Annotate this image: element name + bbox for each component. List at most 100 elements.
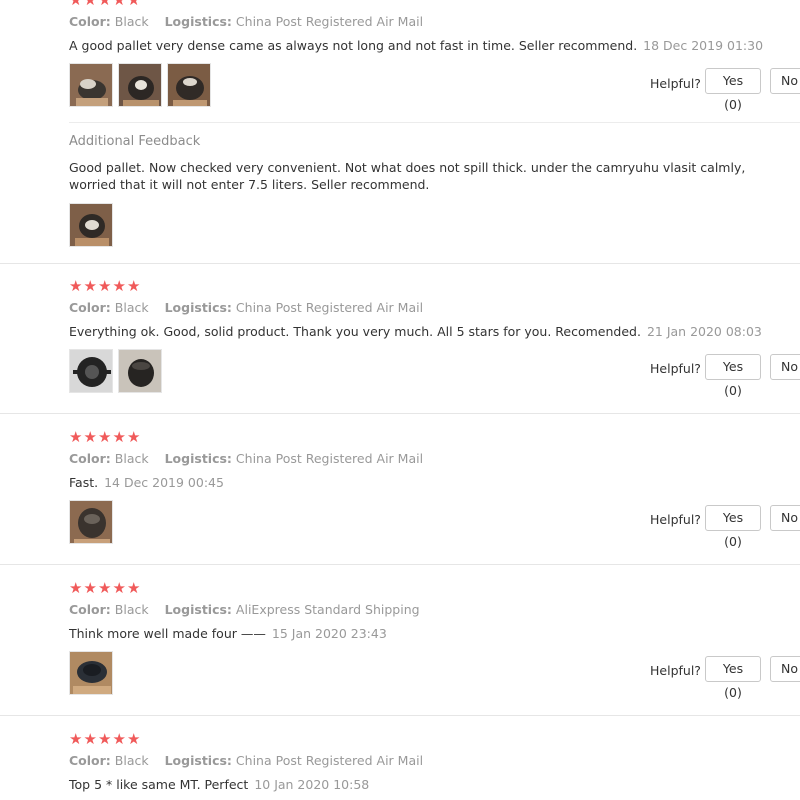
star-icon: ★ bbox=[127, 579, 141, 597]
star-icon: ★ bbox=[127, 730, 141, 748]
star-icon: ★ bbox=[112, 277, 126, 295]
color-label: Color: bbox=[69, 753, 111, 768]
color-label: Color: bbox=[69, 602, 111, 617]
additional-feedback-divider bbox=[69, 122, 800, 123]
review-text: A good pallet very dense came as always … bbox=[69, 37, 763, 54]
star-icon: ★ bbox=[112, 0, 126, 9]
additional-feedback-photos bbox=[69, 203, 113, 247]
logistics-value: AliExpress Standard Shipping bbox=[235, 602, 420, 617]
color-value: Black bbox=[114, 753, 149, 768]
star-icon: ★ bbox=[83, 277, 97, 295]
logistics-value: China Post Registered Air Mail bbox=[235, 451, 424, 466]
review-meta: Color: Black Logistics: China Post Regis… bbox=[69, 753, 423, 769]
star-icon: ★ bbox=[69, 0, 83, 9]
review-photos bbox=[69, 349, 162, 393]
review-date: 21 Jan 2020 08:03 bbox=[646, 324, 762, 339]
review-text: Top 5 * like same MT. Perfect 10 Jan 2020… bbox=[69, 776, 369, 793]
color-value: Black bbox=[114, 602, 149, 617]
review-item: ★★★★★ Color: Black Logistics: AliExpress… bbox=[0, 565, 800, 716]
star-icon: ★ bbox=[69, 579, 83, 597]
review-meta: Color: Black Logistics: China Post Regis… bbox=[69, 300, 423, 316]
helpful-no-button[interactable]: No bbox=[770, 505, 800, 531]
star-icon: ★ bbox=[69, 428, 83, 446]
review-photo-thumbnail[interactable] bbox=[69, 203, 113, 247]
helpful-no-button[interactable]: No bbox=[770, 656, 800, 682]
review-item: ★★★★★ Color: Black Logistics: China Post… bbox=[0, 716, 800, 800]
star-icon: ★ bbox=[83, 579, 97, 597]
helpful-yes-button[interactable]: Yes (0) bbox=[705, 68, 761, 112]
review-body: Fast. bbox=[69, 475, 99, 490]
star-icon: ★ bbox=[112, 730, 126, 748]
review-photo-thumbnail[interactable] bbox=[167, 63, 211, 107]
review-meta: Color: Black Logistics: AliExpress Stand… bbox=[69, 602, 420, 618]
star-icon: ★ bbox=[83, 428, 97, 446]
logistics-label: Logistics: bbox=[164, 300, 232, 315]
star-icon: ★ bbox=[69, 730, 83, 748]
star-rating: ★★★★★ bbox=[69, 580, 142, 596]
review-body: A good pallet very dense came as always … bbox=[69, 38, 638, 53]
review-text: Everything ok. Good, solid product. Than… bbox=[69, 323, 762, 340]
color-label: Color: bbox=[69, 300, 111, 315]
star-icon: ★ bbox=[98, 0, 112, 9]
review-date: 15 Jan 2020 23:43 bbox=[271, 626, 387, 641]
additional-feedback-title: Additional Feedback bbox=[69, 134, 201, 149]
review-photo-thumbnail[interactable] bbox=[69, 349, 113, 393]
logistics-value: China Post Registered Air Mail bbox=[235, 753, 424, 768]
star-icon: ★ bbox=[83, 730, 97, 748]
review-item: ★★★★★ Color: Black Logistics: China Post… bbox=[0, 263, 800, 414]
star-icon: ★ bbox=[127, 277, 141, 295]
star-rating: ★★★★★ bbox=[69, 0, 142, 8]
color-value: Black bbox=[114, 300, 149, 315]
review-photos bbox=[69, 500, 113, 544]
review-item: ★★★★★ Color: Black Logistics: China Post… bbox=[0, 414, 800, 565]
star-icon: ★ bbox=[127, 0, 141, 9]
review-date: 18 Dec 2019 01:30 bbox=[643, 38, 764, 53]
review-photo-thumbnail[interactable] bbox=[69, 500, 113, 544]
additional-feedback-line: Good pallet. Now checked very convenient… bbox=[69, 160, 746, 175]
additional-feedback-line: worried that it will not enter 7.5 liter… bbox=[69, 177, 430, 192]
logistics-value: China Post Registered Air Mail bbox=[235, 300, 424, 315]
review-photo-thumbnail[interactable] bbox=[118, 63, 162, 107]
review-text: Think more well made four —— 15 Jan 2020 … bbox=[69, 625, 387, 642]
review-item: ★★★★★ Color: Black Logistics: China Post… bbox=[0, 0, 800, 264]
additional-feedback-text: Good pallet. Now checked very convenient… bbox=[69, 159, 745, 193]
review-photo-thumbnail[interactable] bbox=[69, 63, 113, 107]
review-body: Top 5 * like same MT. Perfect bbox=[69, 777, 249, 792]
review-photo-thumbnail[interactable] bbox=[118, 349, 162, 393]
review-body: Everything ok. Good, solid product. Than… bbox=[69, 324, 641, 339]
helpful-yes-button[interactable]: Yes (0) bbox=[705, 354, 761, 398]
star-icon: ★ bbox=[127, 428, 141, 446]
star-icon: ★ bbox=[83, 0, 97, 9]
review-meta: Color: Black Logistics: China Post Regis… bbox=[69, 451, 423, 467]
review-text: Fast. 14 Dec 2019 00:45 bbox=[69, 474, 224, 491]
star-rating: ★★★★★ bbox=[69, 429, 142, 445]
helpful-yes-button[interactable]: Yes (0) bbox=[705, 505, 761, 549]
star-icon: ★ bbox=[98, 579, 112, 597]
color-label: Color: bbox=[69, 451, 111, 466]
star-icon: ★ bbox=[98, 277, 112, 295]
helpful-label: Helpful? bbox=[650, 361, 701, 376]
helpful-no-button[interactable]: No bbox=[770, 68, 800, 94]
logistics-label: Logistics: bbox=[164, 451, 232, 466]
review-photos bbox=[69, 63, 211, 107]
color-value: Black bbox=[114, 14, 149, 29]
star-icon: ★ bbox=[112, 428, 126, 446]
star-icon: ★ bbox=[112, 579, 126, 597]
star-icon: ★ bbox=[98, 428, 112, 446]
logistics-value: China Post Registered Air Mail bbox=[235, 14, 424, 29]
review-photo-thumbnail[interactable] bbox=[69, 651, 113, 695]
review-body: Think more well made four —— bbox=[69, 626, 266, 641]
helpful-label: Helpful? bbox=[650, 76, 701, 91]
star-icon: ★ bbox=[98, 730, 112, 748]
helpful-yes-button[interactable]: Yes (0) bbox=[705, 656, 761, 700]
review-date: 14 Dec 2019 00:45 bbox=[104, 475, 224, 490]
helpful-label: Helpful? bbox=[650, 512, 701, 527]
helpful-no-button[interactable]: No bbox=[770, 354, 800, 380]
logistics-label: Logistics: bbox=[164, 602, 232, 617]
logistics-label: Logistics: bbox=[164, 753, 232, 768]
star-rating: ★★★★★ bbox=[69, 278, 142, 294]
review-photos bbox=[69, 651, 113, 695]
logistics-label: Logistics: bbox=[164, 14, 232, 29]
review-meta: Color: Black Logistics: China Post Regis… bbox=[69, 14, 423, 30]
star-rating: ★★★★★ bbox=[69, 731, 142, 747]
